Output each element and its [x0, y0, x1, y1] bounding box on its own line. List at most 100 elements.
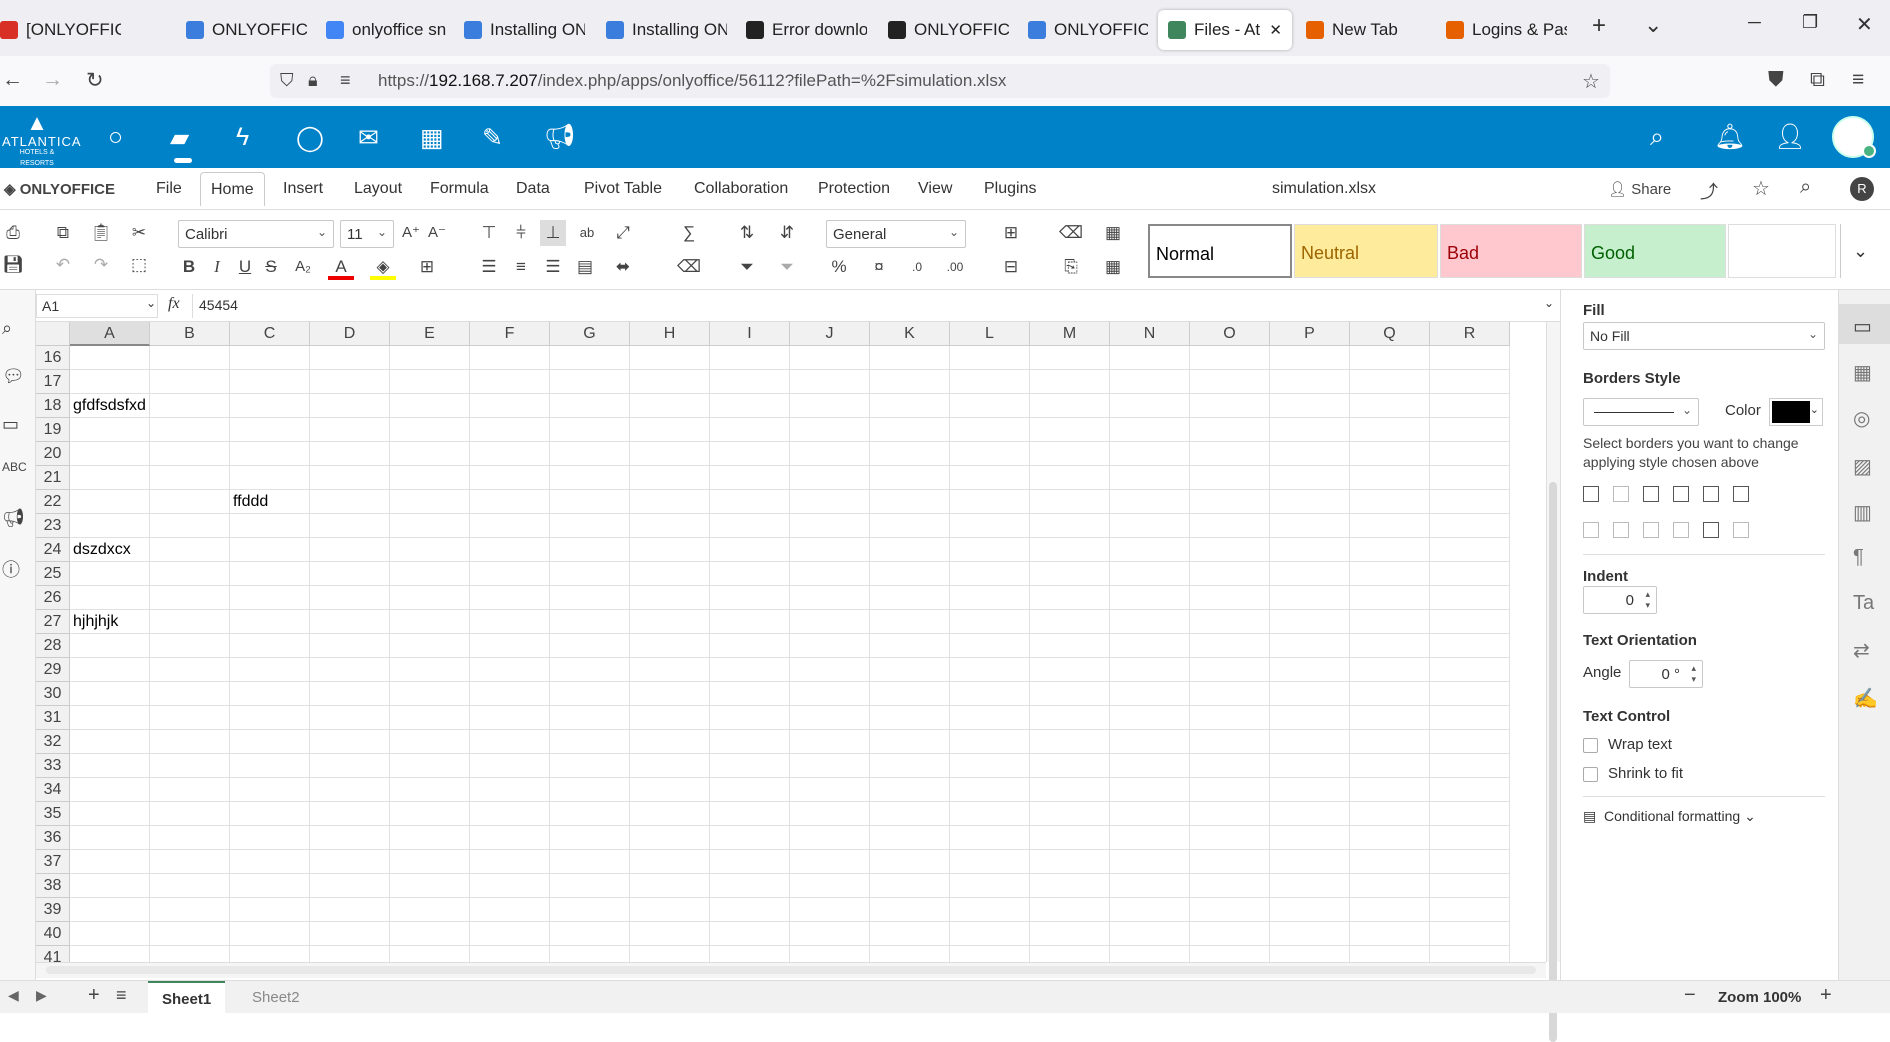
function-icon[interactable]: fx — [168, 295, 180, 313]
cell-i33[interactable] — [710, 754, 790, 778]
row-header[interactable]: 35 — [36, 802, 70, 826]
all-borders-icon[interactable] — [1583, 486, 1599, 502]
cell-c36[interactable] — [230, 826, 310, 850]
cell-d22[interactable] — [310, 490, 390, 514]
row-header[interactable]: 19 — [36, 418, 70, 442]
cell-k38[interactable] — [870, 874, 950, 898]
cell-a22[interactable] — [70, 490, 150, 514]
cell-b16[interactable] — [150, 346, 230, 370]
menu-layout[interactable]: Layout — [354, 180, 402, 198]
cell-c25[interactable] — [230, 562, 310, 586]
cell-a18[interactable]: gfdfsdsfxd — [70, 394, 150, 418]
cell-f18[interactable] — [470, 394, 550, 418]
cell-l28[interactable] — [950, 634, 1030, 658]
cell-g39[interactable] — [550, 898, 630, 922]
pocket-icon[interactable]: ⛊ — [1768, 68, 1784, 92]
cell-n34[interactable] — [1110, 778, 1190, 802]
cell-e22[interactable] — [390, 490, 470, 514]
select-all-corner[interactable] — [36, 322, 70, 346]
cell-l31[interactable] — [950, 706, 1030, 730]
cell-e28[interactable] — [390, 634, 470, 658]
cell-f23[interactable] — [470, 514, 550, 538]
cell-l27[interactable] — [950, 610, 1030, 634]
sheet-list-icon[interactable]: ≡ — [116, 985, 127, 1006]
cell-b34[interactable] — [150, 778, 230, 802]
cell-j20[interactable] — [790, 442, 870, 466]
cell-e23[interactable] — [390, 514, 470, 538]
row-header[interactable]: 27 — [36, 610, 70, 634]
cell-g24[interactable] — [550, 538, 630, 562]
cell-k33[interactable] — [870, 754, 950, 778]
tab-list-icon[interactable]: ⌄ — [1644, 12, 1662, 38]
cell-b33[interactable] — [150, 754, 230, 778]
cell-l17[interactable] — [950, 370, 1030, 394]
cell-g29[interactable] — [550, 658, 630, 682]
copy-style-icon[interactable]: ⎘ — [1058, 254, 1084, 280]
cell-c28[interactable] — [230, 634, 310, 658]
cell-j32[interactable] — [790, 730, 870, 754]
fill-color-icon[interactable]: ◈ — [370, 254, 396, 280]
cell-f26[interactable] — [470, 586, 550, 610]
browser-tab[interactable]: ONLYOFFICE/ — [888, 10, 1018, 50]
cell-a36[interactable] — [70, 826, 150, 850]
cell-b22[interactable] — [150, 490, 230, 514]
cell-r29[interactable] — [1430, 658, 1510, 682]
spin-arrows-icon[interactable]: ▴ ▾ — [1691, 663, 1696, 685]
cell-l35[interactable] — [950, 802, 1030, 826]
chart-settings-icon[interactable]: ▥ — [1853, 500, 1872, 525]
cell-o28[interactable] — [1190, 634, 1270, 658]
cell-h18[interactable] — [630, 394, 710, 418]
cell-h19[interactable] — [630, 418, 710, 442]
cell-b25[interactable] — [150, 562, 230, 586]
row-header[interactable]: 37 — [36, 850, 70, 874]
cell-n38[interactable] — [1110, 874, 1190, 898]
cell-j35[interactable] — [790, 802, 870, 826]
cell-f38[interactable] — [470, 874, 550, 898]
bold-icon[interactable]: B — [176, 254, 202, 280]
cell-j30[interactable] — [790, 682, 870, 706]
cell-o40[interactable] — [1190, 922, 1270, 946]
column-header-r[interactable]: R — [1430, 322, 1510, 346]
cell-d23[interactable] — [310, 514, 390, 538]
cell-n28[interactable] — [1110, 634, 1190, 658]
cell-f16[interactable] — [470, 346, 550, 370]
cell-b35[interactable] — [150, 802, 230, 826]
cell-f32[interactable] — [470, 730, 550, 754]
cell-b21[interactable] — [150, 466, 230, 490]
cell-p36[interactable] — [1270, 826, 1350, 850]
cell-f33[interactable] — [470, 754, 550, 778]
filter-icon[interactable]: ⏷ — [734, 254, 760, 280]
cell-n24[interactable] — [1110, 538, 1190, 562]
font-size-select[interactable]: 11 ⌄ — [340, 220, 394, 248]
cell-k21[interactable] — [870, 466, 950, 490]
cell-d37[interactable] — [310, 850, 390, 874]
cell-n27[interactable] — [1110, 610, 1190, 634]
browser-tab[interactable]: ONLYOFFICE — [1028, 10, 1148, 50]
cell-m35[interactable] — [1030, 802, 1110, 826]
copy-icon[interactable]: ⧉ — [50, 220, 76, 246]
cell-k27[interactable] — [870, 610, 950, 634]
cell-l22[interactable] — [950, 490, 1030, 514]
align-middle-icon[interactable]: ⫩ — [508, 220, 534, 246]
cell-r37[interactable] — [1430, 850, 1510, 874]
cell-m38[interactable] — [1030, 874, 1110, 898]
notifications-icon[interactable]: 🔔︎ — [1714, 123, 1746, 152]
cell-c40[interactable] — [230, 922, 310, 946]
cell-f28[interactable] — [470, 634, 550, 658]
cell-n25[interactable] — [1110, 562, 1190, 586]
cell-h35[interactable] — [630, 802, 710, 826]
cell-p18[interactable] — [1270, 394, 1350, 418]
cell-e39[interactable] — [390, 898, 470, 922]
conditional-formatting-button[interactable]: ▤ Conditional formatting ⌄ — [1583, 808, 1756, 825]
cell-n19[interactable] — [1110, 418, 1190, 442]
column-header-p[interactable]: P — [1270, 322, 1350, 346]
checkbox-box[interactable] — [1583, 737, 1598, 753]
feedback-icon[interactable]: 📢︎ — [2, 508, 25, 529]
menu-pivot-table[interactable]: Pivot Table — [584, 180, 662, 198]
cell-a35[interactable] — [70, 802, 150, 826]
subscript-icon[interactable]: A₂ — [290, 254, 316, 280]
cell-style-good[interactable]: Good — [1584, 224, 1726, 278]
column-header-d[interactable]: D — [310, 322, 390, 346]
browser-tab[interactable]: Files - Atla ✕ — [1158, 10, 1292, 50]
cell-q33[interactable] — [1350, 754, 1430, 778]
